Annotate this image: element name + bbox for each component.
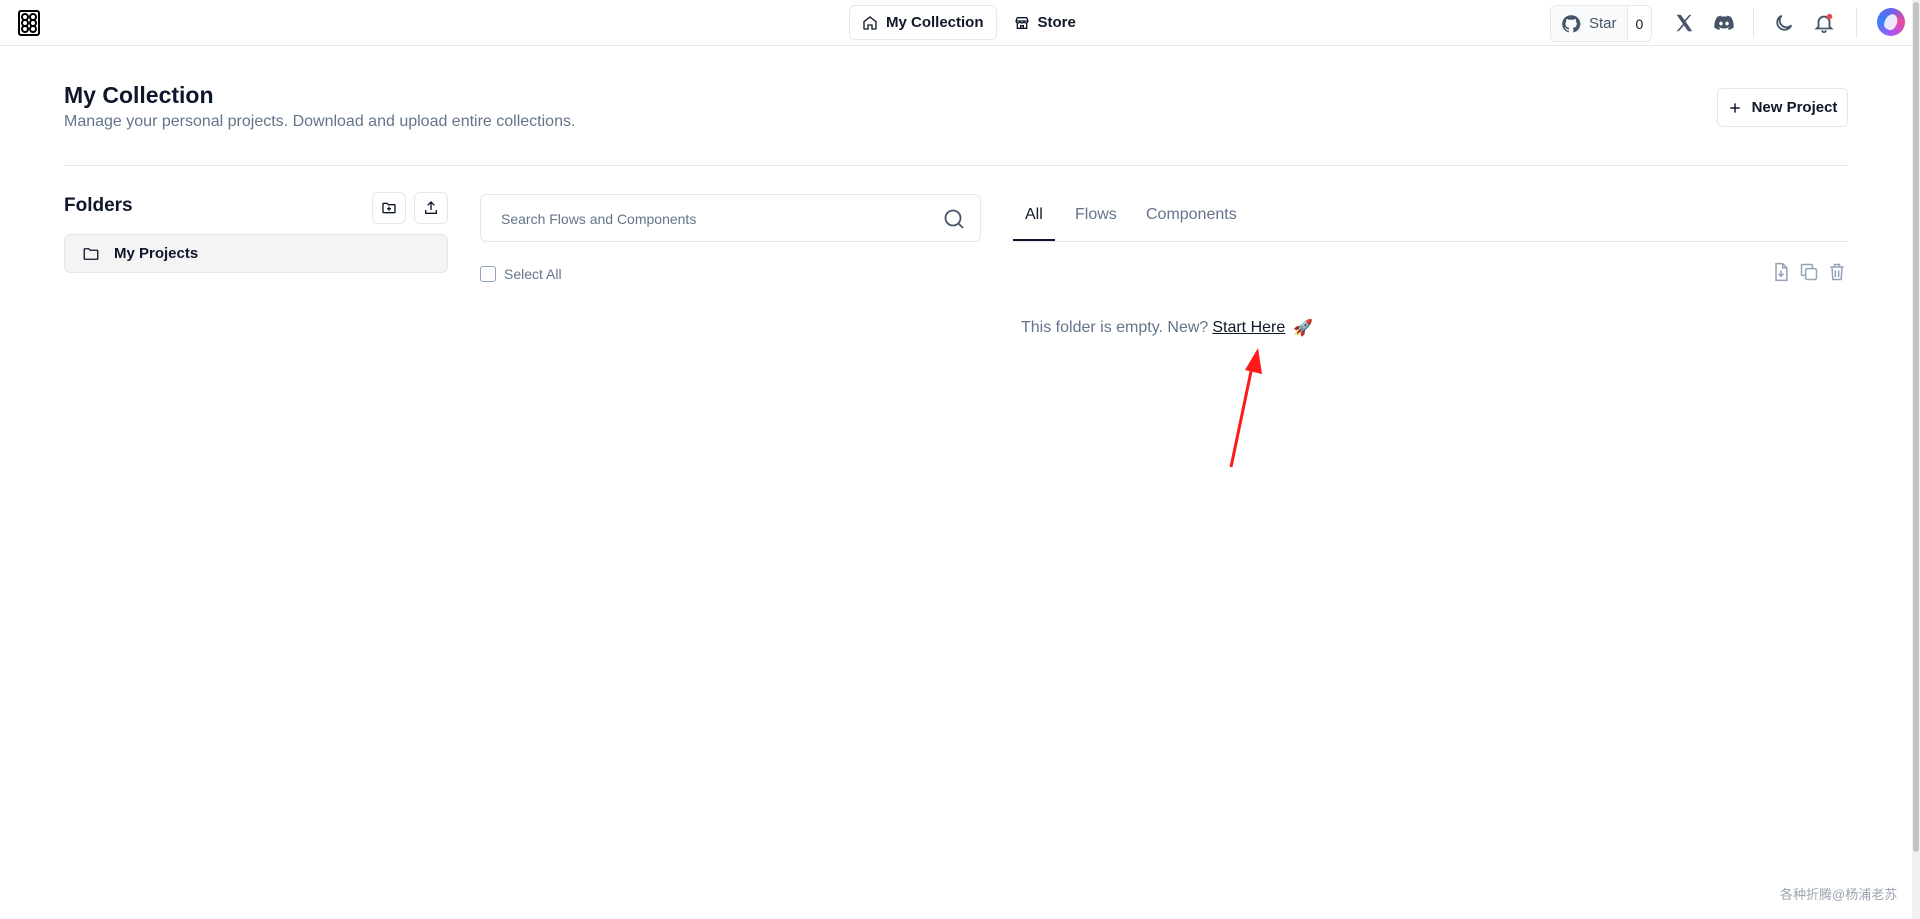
- scrollbar[interactable]: [1912, 0, 1920, 919]
- github-star-label: Star: [1589, 15, 1617, 32]
- page-title: My Collection: [64, 82, 214, 108]
- duplicate-icon[interactable]: [1799, 262, 1819, 282]
- empty-state: This folder is empty. New? Start Here 🚀: [1021, 318, 1313, 338]
- github-star-count: 0: [1626, 6, 1652, 41]
- nav-my-collection[interactable]: My Collection: [849, 5, 997, 40]
- start-here-link[interactable]: Start Here: [1212, 319, 1285, 337]
- github-star-button[interactable]: Star 0: [1550, 5, 1653, 42]
- annotation-arrow: [1229, 348, 1262, 468]
- upload-icon: [425, 201, 437, 214]
- main-nav: My Collection Store: [849, 5, 1089, 40]
- discord-icon[interactable]: [1713, 12, 1735, 34]
- x-twitter-icon[interactable]: [1673, 12, 1695, 34]
- avatar[interactable]: [1877, 8, 1905, 36]
- store-icon: [1014, 16, 1029, 29]
- scrollbar-thumb[interactable]: [1913, 2, 1919, 852]
- folder-item-label: My Projects: [114, 245, 199, 262]
- page-subtitle: Manage your personal projects. Download …: [64, 113, 576, 130]
- search-box: [480, 194, 981, 242]
- select-all-checkbox[interactable]: [480, 266, 496, 282]
- active-tab-indicator: [1013, 239, 1055, 241]
- divider: [64, 165, 1848, 166]
- folders-title: Folders: [64, 195, 133, 216]
- tab-components[interactable]: Components: [1146, 206, 1237, 224]
- download-icon[interactable]: [1771, 262, 1791, 282]
- search-input[interactable]: [501, 207, 921, 231]
- upload-folder-button[interactable]: [414, 192, 448, 224]
- github-icon: [1562, 14, 1581, 32]
- empty-state-text: This folder is empty. New?: [1021, 319, 1209, 336]
- plus-icon: [1729, 102, 1740, 113]
- nav-store[interactable]: Store: [1001, 5, 1089, 40]
- header-divider: [1856, 8, 1857, 38]
- select-all[interactable]: Select All: [480, 266, 562, 282]
- github-star[interactable]: Star: [1551, 6, 1627, 41]
- bell-icon[interactable]: [1813, 12, 1835, 34]
- tabs: All Flows Components: [1013, 194, 1848, 242]
- nav-store-label: Store: [1037, 14, 1076, 31]
- new-project-label: New Project: [1751, 99, 1838, 116]
- tab-flows[interactable]: Flows: [1075, 206, 1117, 224]
- trash-icon[interactable]: [1827, 262, 1847, 282]
- home-icon: [863, 15, 877, 30]
- select-all-label: Select All: [504, 266, 562, 282]
- rocket-emoji: 🚀: [1293, 320, 1314, 337]
- top-navbar: My Collection Store Star 0: [0, 0, 1920, 46]
- watermark: 各种折腾@杨浦老苏: [1780, 887, 1898, 902]
- folder-icon: [83, 247, 99, 260]
- langflow-logo-icon[interactable]: [18, 10, 40, 36]
- folder-item-my-projects[interactable]: My Projects: [64, 234, 448, 273]
- new-project-button[interactable]: New Project: [1717, 88, 1848, 127]
- nav-my-collection-label: My Collection: [886, 14, 984, 31]
- tab-all[interactable]: All: [1025, 206, 1043, 224]
- header-divider: [1753, 8, 1754, 38]
- add-folder-button[interactable]: [372, 192, 406, 224]
- moon-icon[interactable]: [1773, 12, 1795, 34]
- folder-plus-icon: [382, 202, 396, 214]
- search-icon[interactable]: [942, 207, 966, 231]
